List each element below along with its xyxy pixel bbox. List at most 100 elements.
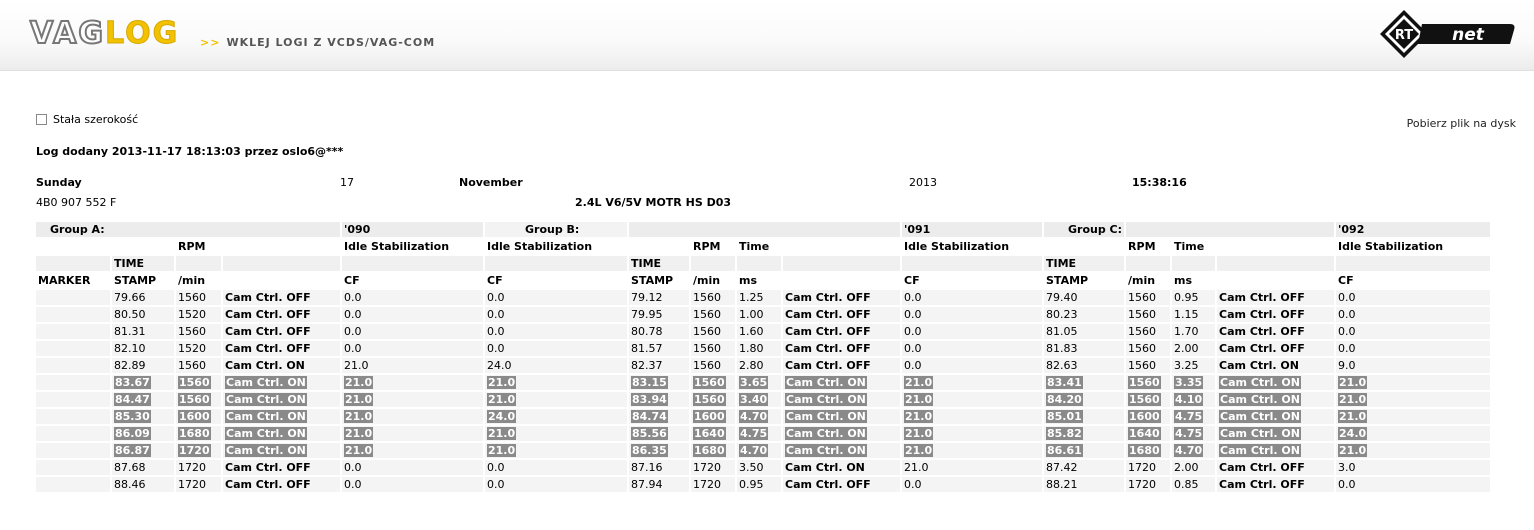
highlighted-value: 21.0 [1338, 410, 1368, 423]
fixed-width-option[interactable]: Stała szerokość [36, 113, 138, 126]
group-b-label: Group B: [485, 222, 627, 237]
download-link[interactable]: Pobierz plik na dysk [1407, 117, 1516, 130]
group-b-code: '091 [902, 222, 1042, 237]
table-cell: 0.0 [485, 290, 627, 305]
table-cell: 0.95 [737, 477, 781, 492]
highlighted-value: 21.0 [344, 376, 374, 389]
svg-text:net: net [1452, 25, 1485, 45]
table-cell: 86.87 [112, 443, 174, 458]
highlighted-value: 1560 [1128, 393, 1161, 406]
table-cell: 1560 [691, 392, 735, 407]
table-cell: 0.0 [1336, 324, 1491, 339]
highlighted-value: 21.0 [1338, 376, 1368, 389]
table-cell: 1560 [176, 375, 221, 390]
table-cell: 1560 [691, 307, 735, 322]
table-cell: 82.89 [112, 358, 174, 373]
highlighted-value: 4.75 [739, 427, 769, 440]
table-cell: 3.50 [737, 460, 781, 475]
table-cell [36, 477, 110, 492]
table-cell: Cam Ctrl. OFF [1217, 290, 1335, 305]
fixed-width-checkbox[interactable] [36, 114, 47, 125]
table-cell: 4.70 [1172, 443, 1216, 458]
table-cell: 1640 [691, 426, 735, 441]
table-cell: 1720 [1126, 460, 1171, 475]
table-row: 81.31 1560 Cam Ctrl. OFF 0.0 0.0 80.78 1560 1.6… [36, 324, 1491, 339]
table-cell: 85.56 [629, 426, 689, 441]
table-cell: 3.35 [1172, 375, 1216, 390]
table-cell: 87.16 [629, 460, 689, 475]
table-cell: Cam Ctrl. ON [1217, 375, 1335, 390]
table-cell: 0.0 [485, 341, 627, 356]
table-cell: 88.46 [112, 477, 174, 492]
col-head [783, 239, 900, 254]
highlighted-value: 85.01 [1046, 410, 1083, 423]
table-cell [36, 341, 110, 356]
table-cell: Cam Ctrl. ON [223, 392, 340, 407]
table-cell: 1640 [1126, 426, 1171, 441]
table-row: 86.09 1680 Cam Ctrl. ON 21.0 21.0 85.56 1640 4.… [36, 426, 1491, 441]
table-cell: 21.0 [342, 426, 483, 441]
table-cell: Cam Ctrl. ON [223, 409, 340, 424]
highlighted-value: Cam Ctrl. ON [1219, 444, 1301, 457]
col-head [1217, 239, 1335, 254]
highlighted-value: 4.75 [1174, 427, 1204, 440]
table-cell: Cam Ctrl. ON [223, 358, 340, 373]
col-head: /min [1126, 273, 1171, 288]
table-cell: 1600 [691, 409, 735, 424]
table-cell: Cam Ctrl. OFF [783, 290, 900, 305]
table-cell: Cam Ctrl. OFF [223, 477, 340, 492]
table-cell: Cam Ctrl. OFF [1217, 324, 1335, 339]
table-cell: 1560 [176, 358, 221, 373]
table-cell: 1600 [176, 409, 221, 424]
table-cell: 1680 [176, 426, 221, 441]
table-cell: 1.60 [737, 324, 781, 339]
highlighted-value: 21.0 [487, 444, 517, 457]
table-row: 80.50 1520 Cam Ctrl. OFF 0.0 0.0 79.95 1560 1.0… [36, 307, 1491, 322]
table-cell: 79.40 [1044, 290, 1125, 305]
table-cell: 83.94 [629, 392, 689, 407]
col-head [1126, 256, 1171, 271]
col-head [36, 239, 110, 254]
table-cell: 24.0 [1336, 426, 1491, 441]
table-cell: Cam Ctrl. OFF [783, 358, 900, 373]
rtnet-logo[interactable]: RT net [1378, 8, 1518, 60]
table-cell: 21.0 [342, 392, 483, 407]
table-cell: 81.05 [1044, 324, 1125, 339]
col-head [1217, 273, 1335, 288]
table-row: 87.68 1720 Cam Ctrl. OFF 0.0 0.0 87.16 1720 3.5… [36, 460, 1491, 475]
table-cell: 1560 [691, 290, 735, 305]
table-cell: 0.0 [342, 307, 483, 322]
table-cell: 4.70 [737, 443, 781, 458]
group-a-code: '090 [342, 222, 483, 237]
col-head: RPM [691, 239, 735, 254]
highlighted-value: 3.65 [739, 376, 769, 389]
table-cell [36, 460, 110, 475]
highlighted-value: 21.0 [487, 376, 517, 389]
meta-weekday: Sunday [36, 176, 82, 189]
col-head: /min [176, 273, 221, 288]
table-cell: 0.0 [342, 290, 483, 305]
log-rows: 79.66 1560 Cam Ctrl. OFF 0.0 0.0 79.12 1560 1.2… [36, 290, 1491, 492]
vaglog-logo[interactable]: VAGLOG [29, 14, 179, 54]
table-cell: 1560 [176, 324, 221, 339]
col-head [1172, 256, 1216, 271]
highlighted-value: Cam Ctrl. ON [1219, 376, 1301, 389]
table-cell: 1720 [691, 477, 735, 492]
col-head: CF [1336, 273, 1491, 288]
table-cell: 1560 [1126, 324, 1171, 339]
table-cell: 1720 [1126, 477, 1171, 492]
table-cell: 21.0 [902, 443, 1042, 458]
col-head [1217, 256, 1335, 271]
table-cell: Cam Ctrl. OFF [1217, 341, 1335, 356]
highlighted-value: Cam Ctrl. ON [225, 393, 307, 406]
table-cell: Cam Ctrl. OFF [223, 341, 340, 356]
table-cell: 81.57 [629, 341, 689, 356]
highlighted-value: Cam Ctrl. ON [785, 393, 867, 406]
table-cell: 1560 [1126, 307, 1171, 322]
group-c-spacer [1126, 222, 1335, 237]
table-cell: Cam Ctrl. OFF [783, 324, 900, 339]
table-cell: 0.95 [1172, 290, 1216, 305]
col-head [783, 273, 900, 288]
table-cell: 21.0 [342, 358, 483, 373]
table-cell: 84.74 [629, 409, 689, 424]
